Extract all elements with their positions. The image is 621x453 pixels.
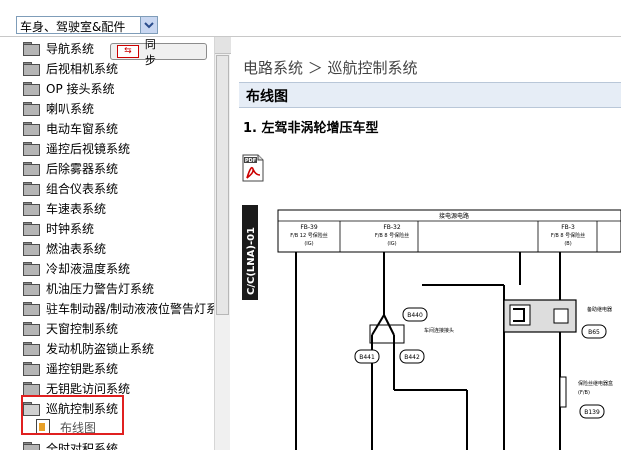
tree-item-label: 冷却液温度系统	[46, 261, 131, 276]
folder-icon	[23, 81, 40, 96]
fuse-type: (B)	[564, 241, 571, 247]
tree-item-label: 导航系统	[46, 41, 95, 56]
connector-tag: B440	[407, 312, 423, 319]
folder-icon	[23, 341, 40, 356]
tree-item-label: 喇叭系统	[46, 101, 95, 116]
folder-icon	[23, 141, 40, 156]
folder-icon	[23, 121, 40, 136]
tree-item-label: 电动车窗系统	[46, 121, 119, 136]
sync-button[interactable]: ⇆ 同 步	[110, 38, 207, 67]
folder-icon	[23, 41, 40, 56]
selection-highlight	[21, 395, 124, 435]
tree-item-label: 后视相机系统	[46, 61, 119, 76]
section-header: 布线图	[239, 82, 621, 108]
top-bar: 车身、驾驶室&配件	[0, 0, 621, 37]
tree-item-label: 后除雾器系统	[46, 161, 119, 176]
section-title: 布线图	[246, 89, 288, 105]
tree-item-label: 组合仪表系统	[46, 181, 119, 196]
folder-icon	[23, 381, 40, 396]
tree-item[interactable]: 后除雾器系统	[23, 158, 118, 178]
connector-tag: B65	[588, 329, 600, 336]
content-panel: 电路系统 ＞ 巡航控制系统 布线图 1. 左驾非涡轮增压车型 PDF C/C(L…	[231, 37, 621, 450]
tree-item[interactable]: 组合仪表系统	[23, 178, 118, 198]
pdf-icon[interactable]: PDF	[242, 154, 264, 182]
sync-button-label: 同 步	[144, 37, 170, 67]
fuse-name: F/B 8 号保险丝	[551, 232, 585, 239]
tree-item[interactable]: OP 接头系统	[23, 78, 115, 98]
folder-icon	[23, 261, 40, 276]
fuse-code: FB-3	[561, 224, 575, 231]
fuse-name: F/B 12 号保险丝	[290, 232, 328, 239]
folder-icon	[23, 441, 40, 450]
fusebox-note: 保险丝继电器盒	[578, 380, 613, 387]
tree-item[interactable]: 导航系统	[23, 38, 94, 58]
category-select[interactable]: 车身、驾驶室&配件	[16, 16, 158, 34]
diagram-side-label: C/C(LNA)-01	[246, 227, 257, 295]
fuse-type: (IG)	[304, 241, 313, 247]
diagram-top-label: 接电源电路	[439, 212, 469, 220]
tree-item-label: 机油压力警告灯系统	[46, 281, 155, 296]
fuse-name: F/B 8 号保险丝	[375, 232, 409, 239]
tree-item-label: 遥控后视镜系统	[46, 141, 131, 156]
folder-icon	[23, 61, 40, 76]
folder-icon	[23, 241, 40, 256]
folder-icon	[23, 101, 40, 116]
tree-item-label: 遥控钥匙系统	[46, 361, 119, 376]
connector-tag: B442	[404, 354, 420, 361]
tree-item[interactable]: 全时对积系统	[23, 438, 118, 450]
tree-item[interactable]: 电动车窗系统	[23, 118, 118, 138]
wiring-diagram: C/C(LNA)-01 接电源电路 FB-39 F/B 12 号保险丝 (IG)…	[242, 205, 621, 450]
connector-tag: B441	[359, 354, 375, 361]
tree-item[interactable]: 遥控后视镜系统	[23, 138, 130, 158]
folder-icon	[23, 161, 40, 176]
tree-item[interactable]: 机油压力警告灯系统	[23, 278, 154, 298]
fuse-code: FB-39	[300, 224, 318, 231]
tree-item-label: 天窗控制系统	[46, 321, 119, 336]
tree-item[interactable]: 燃油表系统	[23, 238, 106, 258]
tree-item-label: 燃油表系统	[46, 241, 107, 256]
tree-item[interactable]: 发动机防盗锁止系统	[23, 338, 154, 358]
tree-item-label: 发动机防盗锁止系统	[46, 341, 155, 356]
tree-item-label: 无钥匙访问系统	[46, 381, 131, 396]
sync-icon: ⇆	[117, 45, 139, 58]
folder-icon	[23, 361, 40, 376]
tree-item-label: 驻车制动器/制动液液位警告灯系	[46, 301, 214, 316]
folder-icon	[23, 221, 40, 236]
tree-item-label: 时钟系统	[46, 221, 95, 236]
tree-item-label: 车速表系统	[46, 201, 107, 216]
category-select-value: 车身、驾驶室&配件	[20, 20, 126, 34]
chevron-down-icon[interactable]	[140, 17, 157, 33]
tree-item[interactable]: 车速表系统	[23, 198, 106, 218]
tree-item[interactable]: 时钟系统	[23, 218, 94, 238]
relay-note: 备助继电器	[587, 306, 612, 313]
tree-item[interactable]: 遥控钥匙系统	[23, 358, 118, 378]
breadcrumb: 电路系统 ＞ 巡航控制系统	[243, 59, 418, 77]
folder-icon	[23, 181, 40, 196]
folder-icon	[23, 281, 40, 296]
tree-item-label: 全时对积系统	[46, 441, 119, 451]
pdf-icon-label: PDF	[245, 158, 256, 164]
tree-item[interactable]: 冷却液温度系统	[23, 258, 130, 278]
tree-item[interactable]: 后视相机系统	[23, 58, 118, 78]
folder-icon	[23, 301, 40, 316]
tree-scrollbar[interactable]	[214, 37, 231, 450]
fuse-code: FB-32	[383, 224, 401, 231]
scroll-up-arrow-icon[interactable]	[215, 37, 231, 54]
system-tree: 导航系统 后视相机系统 OP 接头系统 喇叭系统 电动车窗系统 遥控后视镜系统 …	[0, 37, 214, 450]
folder-icon	[23, 321, 40, 336]
navigation-panel: 导航系统 后视相机系统 OP 接头系统 喇叭系统 电动车窗系统 遥控后视镜系统 …	[0, 37, 231, 450]
tree-item[interactable]: 驻车制动器/制动液液位警告灯系	[23, 298, 214, 318]
folder-icon	[23, 201, 40, 216]
fusebox-note: (F/B)	[578, 390, 590, 396]
diagram-subheading: 1. 左驾非涡轮增压车型	[243, 121, 379, 136]
tree-item[interactable]: 喇叭系统	[23, 98, 94, 118]
joint-note: 车间连接接头	[424, 327, 454, 334]
tree-item-label: OP 接头系统	[46, 81, 115, 96]
scroll-thumb[interactable]	[216, 55, 229, 315]
fuse-type: (IG)	[387, 241, 396, 247]
connector-tag: B139	[584, 409, 600, 416]
wiring-diagram-svg: C/C(LNA)-01 接电源电路 FB-39 F/B 12 号保险丝 (IG)…	[242, 205, 621, 450]
tree-item[interactable]: 天窗控制系统	[23, 318, 118, 338]
